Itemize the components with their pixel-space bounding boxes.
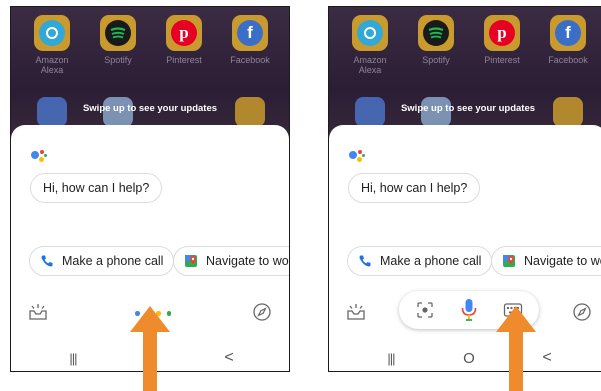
home-button[interactable]: O [459, 348, 479, 368]
maps-icon [185, 255, 197, 267]
google-assistant-icon [31, 147, 49, 165]
chip-make-phone-call[interactable]: Make a phone call [29, 246, 175, 276]
chip-label: Make a phone call [380, 254, 482, 268]
chip-label: Make a phone call [62, 254, 164, 268]
app-label: Amazon Alexa [353, 55, 387, 75]
chip-make-phone-call[interactable]: Make a phone call [347, 246, 493, 276]
microphone-icon[interactable] [459, 297, 479, 323]
chip-label: Navigate to work [524, 254, 601, 268]
app-label: Pinterest [166, 55, 202, 65]
app-spotify[interactable]: Spotify [405, 15, 467, 65]
phone-icon [359, 255, 371, 267]
app-amazon-alexa[interactable]: Amazon Alexa [339, 15, 401, 75]
app-pinterest[interactable]: p Pinterest [153, 15, 215, 65]
chip-navigate-to-work[interactable]: Navigate to work [491, 246, 601, 276]
google-assistant-icon [349, 147, 367, 165]
alexa-icon [352, 15, 388, 51]
back-button[interactable]: < [537, 348, 557, 368]
assistant-greeting: Hi, how can I help? [30, 173, 163, 203]
assistant-sheet: Hi, how can I help? Make a phone call Na… [329, 125, 601, 371]
phone-screen-right: Amazon Alexa Spotify p Pinterest f Faceb… [328, 6, 601, 372]
alexa-icon [34, 15, 70, 51]
explore-compass-icon[interactable] [571, 301, 593, 323]
app-pinterest[interactable]: p Pinterest [471, 15, 533, 65]
chip-navigate-to-work[interactable]: Navigate to work [173, 246, 290, 276]
spotify-icon [100, 15, 136, 51]
updates-tray-icon[interactable] [345, 301, 367, 323]
app-label: Facebook [548, 55, 588, 65]
recents-button[interactable]: ||| [381, 348, 401, 368]
app-facebook[interactable]: f Facebook [219, 15, 281, 65]
system-nav-bar: ||| O < [329, 343, 601, 371]
chip-label: Navigate to work [206, 254, 290, 268]
annotation-arrow-up-left [130, 306, 170, 391]
phone-icon [41, 255, 53, 267]
app-facebook[interactable]: f Facebook [537, 15, 599, 65]
recents-button[interactable]: ||| [63, 348, 83, 368]
back-button[interactable]: < [219, 348, 239, 368]
explore-compass-icon[interactable] [251, 301, 273, 323]
swipe-hint: Swipe up to see your updates [400, 103, 536, 114]
app-spotify[interactable]: Spotify [87, 15, 149, 65]
app-label: Spotify [422, 55, 450, 65]
updates-tray-icon[interactable] [27, 301, 49, 323]
pinterest-icon: p [484, 15, 520, 51]
annotation-arrow-up-right [496, 306, 536, 391]
app-amazon-alexa[interactable]: Amazon Alexa [21, 15, 83, 75]
assistant-greeting: Hi, how can I help? [348, 173, 481, 203]
facebook-icon: f [232, 15, 268, 51]
maps-icon [503, 255, 515, 267]
swipe-hint: Swipe up to see your updates [82, 103, 218, 114]
facebook-icon: f [550, 15, 586, 51]
app-label: Amazon Alexa [35, 55, 69, 75]
app-label: Spotify [104, 55, 132, 65]
pinterest-icon: p [166, 15, 202, 51]
lens-icon[interactable] [415, 300, 435, 320]
app-label: Facebook [230, 55, 270, 65]
spotify-icon [418, 15, 454, 51]
app-label: Pinterest [484, 55, 520, 65]
